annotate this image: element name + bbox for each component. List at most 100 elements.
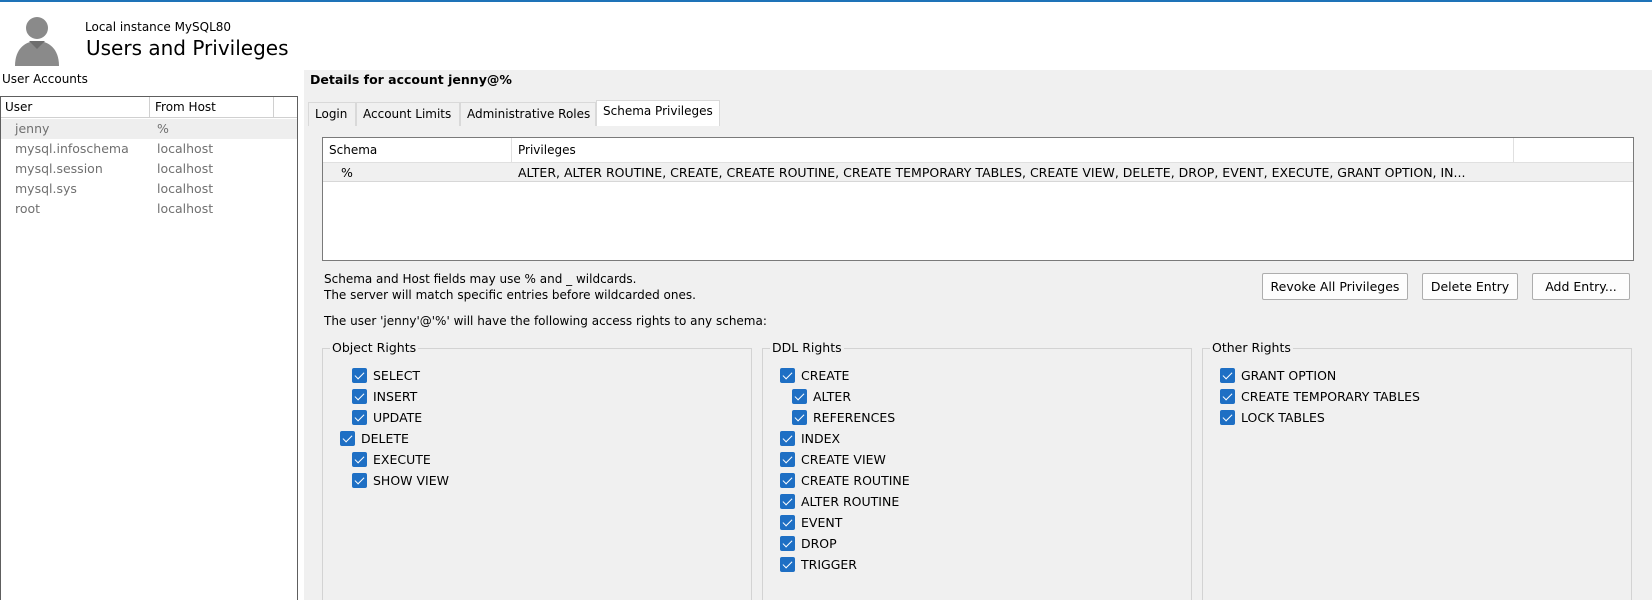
column-header-user[interactable]: User — [5, 100, 32, 114]
checkbox-update[interactable]: UPDATE — [352, 410, 422, 428]
checkbox-execute[interactable]: EXECUTE — [352, 452, 431, 470]
checkbox-checked-icon — [1220, 389, 1235, 404]
checkbox-label: INDEX — [801, 431, 841, 446]
column-separator — [1513, 138, 1514, 163]
checkbox-checked-icon — [352, 473, 367, 488]
checkbox-lock-tables[interactable]: LOCK TABLES — [1220, 410, 1325, 428]
checkbox-checked-icon — [780, 536, 795, 551]
checkbox-event[interactable]: EVENT — [780, 515, 842, 533]
account-row[interactable]: jenny % — [1, 119, 297, 139]
checkbox-label: TRIGGER — [801, 557, 857, 572]
account-row[interactable]: mysql.sys localhost — [1, 179, 297, 199]
checkbox-label: SHOW VIEW — [373, 473, 450, 488]
access-rights-text: The user 'jenny'@'%' will have the follo… — [324, 314, 767, 328]
checkbox-create-view[interactable]: CREATE VIEW — [780, 452, 886, 470]
checkbox-label: UPDATE — [373, 410, 423, 425]
checkbox-alter-routine[interactable]: ALTER ROUTINE — [780, 494, 899, 512]
checkbox-checked-icon — [780, 515, 795, 530]
account-row[interactable]: mysql.infoschema localhost — [1, 139, 297, 159]
column-header-from-host[interactable]: From Host — [155, 100, 216, 114]
account-user: mysql.session — [15, 161, 103, 176]
checkbox-checked-icon — [792, 389, 807, 404]
checkbox-checked-icon — [1220, 368, 1235, 383]
checkbox-checked-icon — [352, 368, 367, 383]
add-entry-button[interactable]: Add Entry... — [1532, 273, 1630, 300]
checkbox-label: REFERENCES — [813, 410, 896, 425]
tab-administrative-roles[interactable]: Administrative Roles — [460, 102, 596, 126]
page-title: Users and Privileges — [86, 36, 289, 60]
checkbox-show-view[interactable]: SHOW VIEW — [352, 473, 449, 491]
user-avatar-icon — [15, 17, 59, 66]
checkbox-label: INSERT — [373, 389, 418, 404]
checkbox-checked-icon — [352, 452, 367, 467]
checkbox-label: EXECUTE — [373, 452, 431, 467]
account-user: root — [15, 201, 41, 216]
checkbox-label: ALTER — [813, 389, 852, 404]
checkbox-checked-icon — [780, 494, 795, 509]
instance-name: Local instance MySQL80 — [85, 20, 232, 34]
checkbox-alter[interactable]: ALTER — [792, 389, 851, 407]
checkbox-grant-option[interactable]: GRANT OPTION — [1220, 368, 1336, 386]
checkbox-label: EVENT — [801, 515, 843, 530]
column-separator — [273, 97, 274, 118]
checkbox-label: CREATE VIEW — [801, 452, 886, 467]
checkbox-create-temporary-tables[interactable]: CREATE TEMPORARY TABLES — [1220, 389, 1420, 407]
account-user: mysql.sys — [15, 181, 77, 196]
account-row[interactable]: root localhost — [1, 199, 297, 219]
column-header-privileges[interactable]: Privileges — [518, 143, 576, 157]
checkbox-delete[interactable]: DELETE — [340, 431, 409, 449]
tab-schema-privileges[interactable]: Schema Privileges — [596, 100, 720, 126]
checkbox-create-routine[interactable]: CREATE ROUTINE — [780, 473, 910, 491]
account-host: localhost — [157, 141, 214, 156]
checkbox-label: GRANT OPTION — [1241, 368, 1337, 383]
account-host: localhost — [157, 201, 214, 216]
checkbox-checked-icon — [352, 410, 367, 425]
wildcard-hint: Schema and Host fields may use % and _ w… — [324, 272, 637, 286]
tab-account-limits[interactable]: Account Limits — [356, 102, 460, 126]
checkbox-label: LOCK TABLES — [1241, 410, 1325, 425]
column-separator — [149, 97, 150, 118]
checkbox-label: CREATE ROUTINE — [801, 473, 910, 488]
revoke-all-privileges-button[interactable]: Revoke All Privileges — [1262, 273, 1408, 300]
account-user: jenny — [15, 121, 50, 136]
checkbox-label: CREATE — [801, 368, 850, 383]
checkbox-create[interactable]: CREATE — [780, 368, 849, 386]
checkbox-checked-icon — [792, 410, 807, 425]
details-title: Details for account jenny@% — [310, 72, 512, 87]
accounts-table-header: User From Host — [1, 97, 297, 118]
object-rights-label: Object Rights — [330, 340, 419, 355]
checkbox-checked-icon — [780, 452, 795, 467]
delete-entry-button[interactable]: Delete Entry — [1422, 273, 1518, 300]
checkbox-checked-icon — [1220, 410, 1235, 425]
checkbox-references[interactable]: REFERENCES — [792, 410, 895, 428]
checkbox-checked-icon — [780, 557, 795, 572]
account-user: mysql.infoschema — [15, 141, 129, 156]
page-header: Local instance MySQL80 Users and Privile… — [0, 2, 1652, 70]
schema-row[interactable]: % ALTER, ALTER ROUTINE, CREATE, CREATE R… — [323, 163, 1633, 182]
ddl-rights-label: DDL Rights — [770, 340, 844, 355]
account-host: localhost — [157, 181, 214, 196]
account-row[interactable]: mysql.session localhost — [1, 159, 297, 179]
checkbox-index[interactable]: INDEX — [780, 431, 840, 449]
checkbox-label: DROP — [801, 536, 837, 551]
checkbox-drop[interactable]: DROP — [780, 536, 837, 554]
checkbox-checked-icon — [780, 431, 795, 446]
checkbox-label: CREATE TEMPORARY TABLES — [1241, 389, 1420, 404]
checkbox-trigger[interactable]: TRIGGER — [780, 557, 857, 575]
checkbox-checked-icon — [780, 368, 795, 383]
checkbox-select[interactable]: SELECT — [352, 368, 420, 386]
checkbox-label: DELETE — [361, 431, 409, 446]
column-separator — [511, 138, 512, 163]
match-order-hint: The server will match specific entries b… — [324, 288, 696, 302]
checkbox-label: ALTER ROUTINE — [801, 494, 900, 509]
checkbox-checked-icon — [352, 389, 367, 404]
schema-privileges-table[interactable]: Schema Privileges % ALTER, ALTER ROUTINE… — [322, 137, 1634, 261]
column-header-schema[interactable]: Schema — [329, 143, 377, 157]
account-host: localhost — [157, 161, 214, 176]
user-accounts-table[interactable]: User From Host jenny % mysql.infoschema … — [0, 96, 298, 600]
account-host: % — [157, 121, 169, 136]
schema-value: % — [341, 165, 353, 180]
user-accounts-label: User Accounts — [2, 72, 88, 86]
tab-login[interactable]: Login — [308, 102, 356, 126]
checkbox-insert[interactable]: INSERT — [352, 389, 417, 407]
